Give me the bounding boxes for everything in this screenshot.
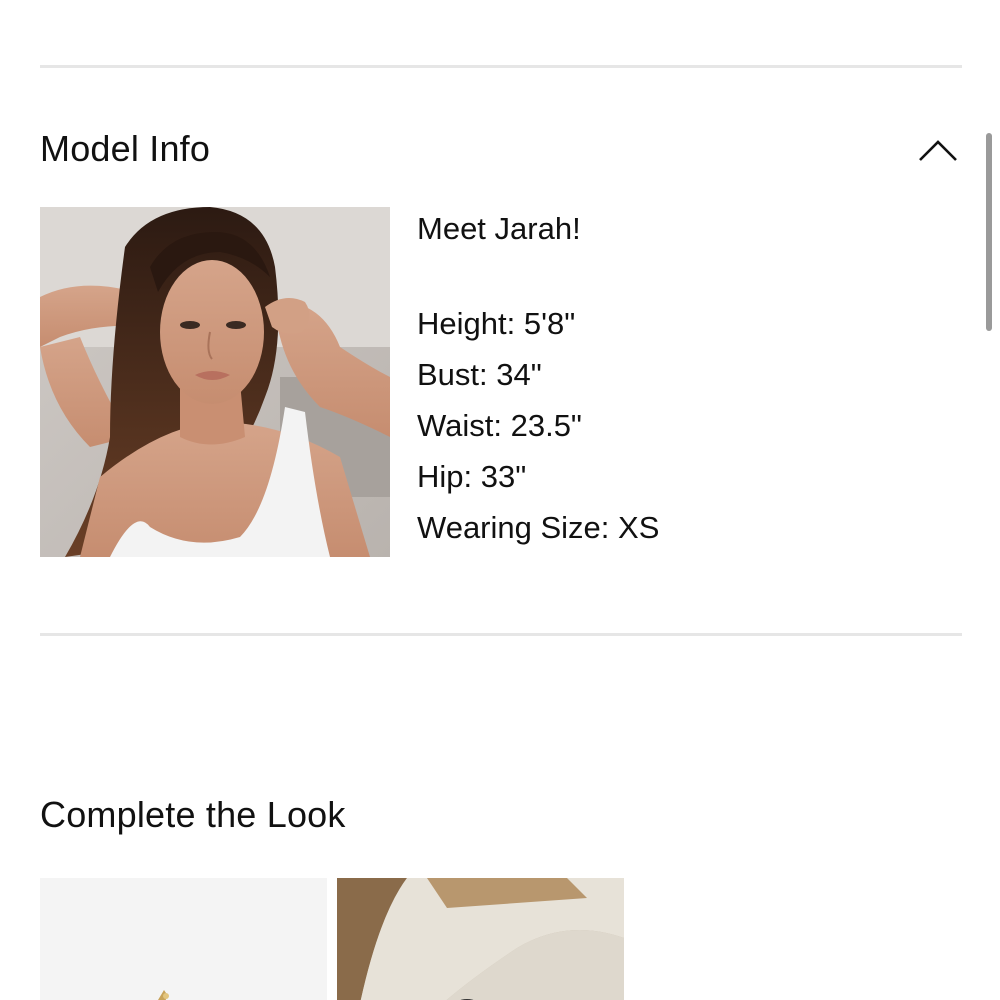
- section-divider: [40, 633, 962, 636]
- look-item-card[interactable]: [337, 878, 624, 1000]
- model-stat-wearing-size: Wearing Size: XS: [417, 510, 660, 545]
- model-details: Meet Jarah! Height: 5'8" Bust: 34" Waist…: [417, 208, 659, 553]
- model-info-heading: Model Info: [40, 128, 211, 169]
- look-item-card[interactable]: [40, 878, 327, 1000]
- complete-the-look-heading: Complete the Look: [40, 794, 346, 835]
- model-photo: [40, 207, 390, 557]
- scrollbar[interactable]: [986, 133, 992, 331]
- jewelry-product-image: [40, 878, 327, 1000]
- model-stat-height: Height: 5'8": [417, 306, 576, 341]
- model-stat-hip: Hip: 33": [417, 459, 527, 494]
- chevron-up-icon: [919, 140, 957, 161]
- model-intro: Meet Jarah!: [417, 211, 581, 246]
- model-stat-bust: Bust: 34": [417, 357, 542, 392]
- section-divider: [40, 65, 962, 68]
- textured-bag-product-image: [337, 878, 624, 1000]
- model-stat-waist: Waist: 23.5": [417, 408, 582, 443]
- product-page: Model Info Meet Jarah! Height: 5'8" Bust…: [0, 0, 1000, 1000]
- model-photo-illustration: [40, 207, 390, 557]
- collapse-model-info-button[interactable]: [914, 128, 962, 172]
